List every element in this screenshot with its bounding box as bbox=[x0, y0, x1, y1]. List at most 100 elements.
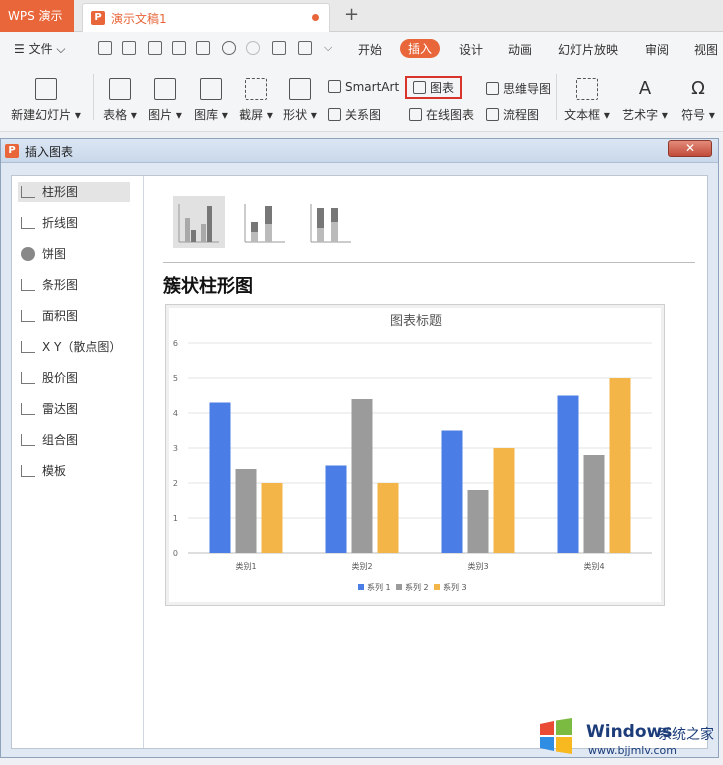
quick-tool-icon[interactable] bbox=[272, 41, 286, 55]
file-menu[interactable]: ☰ 文件 ⌵ bbox=[14, 40, 65, 57]
flowchart-label: 流程图 bbox=[503, 108, 540, 122]
undo-icon[interactable] bbox=[222, 41, 236, 55]
online-chart-button[interactable]: 在线图表 bbox=[409, 106, 474, 123]
table-icon bbox=[109, 78, 131, 100]
clustered-column-thumbnail[interactable] bbox=[173, 196, 225, 248]
y-tick-label: 0 bbox=[173, 549, 178, 558]
category-label: 柱形图 bbox=[42, 185, 79, 199]
textbox-icon bbox=[576, 78, 598, 100]
chart-button[interactable]: 图表 bbox=[405, 76, 463, 99]
category-label: 股价图 bbox=[42, 371, 79, 385]
chart-preview-panel: 簇状柱形图 图表标题 0 1 2 3 4 5 6 类别1 类别2 类别3 类别4 系列 1 系列 2 系列 … bbox=[145, 176, 707, 748]
tab-design[interactable]: 设计 bbox=[459, 41, 483, 58]
relation-chart-button[interactable]: 关系图 bbox=[328, 106, 381, 123]
tab-start[interactable]: 开始 bbox=[358, 41, 382, 58]
shape-button[interactable]: 形状 ▾ bbox=[280, 78, 320, 123]
save-icon[interactable] bbox=[122, 41, 136, 55]
y-tick-label: 6 bbox=[173, 339, 178, 348]
category-column[interactable]: 柱形图 bbox=[18, 182, 130, 202]
category-combo[interactable]: 组合图 bbox=[18, 430, 130, 450]
category-scatter[interactable]: X Y（散点图） bbox=[18, 337, 130, 357]
insert-chart-dialog: P 插入图表 ✕ 柱形图 折线图 饼图 条形图 面积图 X Y（散点图） 股价图… bbox=[0, 138, 719, 758]
percent-stacked-column-thumbnail[interactable] bbox=[305, 196, 357, 248]
presentation-icon: P bbox=[91, 11, 105, 25]
legend-swatch bbox=[434, 584, 440, 590]
ribbon-separator bbox=[93, 74, 94, 120]
tab-animation[interactable]: 动画 bbox=[508, 41, 532, 58]
watermark-site-name: 系统之家 bbox=[658, 727, 714, 743]
document-title: 演示文稿1 bbox=[111, 12, 167, 26]
new-slide-button[interactable]: 新建幻灯片 ▾ bbox=[10, 78, 82, 123]
redo-icon[interactable] bbox=[246, 41, 260, 55]
bar-chart-icon bbox=[21, 279, 35, 291]
clustered-column-icon bbox=[178, 204, 219, 243]
category-area[interactable]: 面积图 bbox=[18, 306, 130, 326]
category-label: X Y（散点图） bbox=[42, 340, 122, 354]
new-slide-icon bbox=[35, 78, 57, 100]
bar bbox=[377, 483, 399, 553]
category-pie[interactable]: 饼图 bbox=[18, 244, 130, 264]
bar bbox=[441, 430, 463, 553]
unsaved-dot-icon bbox=[312, 14, 319, 21]
tab-review[interactable]: 审阅 bbox=[645, 41, 669, 58]
online-chart-icon bbox=[409, 108, 422, 121]
format-painter-icon[interactable] bbox=[148, 41, 162, 55]
smartart-button[interactable]: SmartArt bbox=[328, 80, 399, 94]
y-tick-label: 4 bbox=[173, 409, 178, 418]
wordart-label: 艺术字 ▾ bbox=[622, 108, 668, 122]
document-tab[interactable]: P 演示文稿1 bbox=[82, 3, 330, 32]
category-bar[interactable]: 条形图 bbox=[18, 275, 130, 295]
print-preview-icon[interactable] bbox=[196, 41, 210, 55]
screenshot-button[interactable]: 截屏 ▾ bbox=[236, 78, 276, 123]
stacked-column-thumbnail[interactable] bbox=[239, 196, 291, 248]
omega-icon: Ω bbox=[691, 78, 705, 99]
bar bbox=[209, 402, 231, 553]
chart-title: 图表标题 bbox=[390, 314, 442, 329]
smartart-icon bbox=[328, 80, 341, 93]
category-template[interactable]: 模板 bbox=[18, 461, 130, 481]
radar-chart-icon bbox=[21, 403, 35, 415]
mindmap-icon bbox=[486, 82, 499, 95]
close-button[interactable]: ✕ bbox=[668, 140, 712, 157]
shape-label: 形状 ▾ bbox=[283, 108, 317, 122]
legend-swatch bbox=[358, 584, 364, 590]
new-slide-label: 新建幻灯片 ▾ bbox=[11, 108, 81, 122]
customize-icon[interactable]: ⌵ bbox=[324, 41, 338, 55]
open-icon[interactable] bbox=[98, 41, 112, 55]
print-icon[interactable] bbox=[172, 41, 186, 55]
category-line[interactable]: 折线图 bbox=[18, 213, 130, 233]
dialog-title: 插入图表 bbox=[25, 145, 74, 159]
app-tab[interactable]: WPS 演示 bbox=[0, 0, 74, 32]
shape-icon bbox=[289, 78, 311, 100]
wordart-button[interactable]: A 艺术字 ▾ bbox=[620, 78, 670, 123]
legend-label: 系列 2 bbox=[405, 582, 429, 592]
bar bbox=[609, 378, 631, 553]
title-bar: WPS 演示 P 演示文稿1 + bbox=[0, 0, 723, 32]
textbox-button[interactable]: 文本框 ▾ bbox=[562, 78, 612, 123]
combo-chart-icon bbox=[21, 434, 35, 446]
category-stock[interactable]: 股价图 bbox=[18, 368, 130, 388]
tab-view[interactable]: 视图 bbox=[694, 41, 718, 58]
new-tab-button[interactable]: + bbox=[344, 4, 359, 25]
table-button[interactable]: 表格 ▾ bbox=[100, 78, 140, 123]
chart-subtype-title: 簇状柱形图 bbox=[163, 276, 253, 297]
category-radar[interactable]: 雷达图 bbox=[18, 399, 130, 419]
mindmap-label: 思维导图 bbox=[503, 82, 552, 96]
flowchart-button[interactable]: 流程图 bbox=[486, 106, 539, 123]
wordart-icon: A bbox=[638, 78, 652, 99]
tab-slideshow[interactable]: 幻灯片放映 bbox=[558, 41, 618, 58]
symbol-button[interactable]: Ω 符号 ▾ bbox=[678, 78, 718, 123]
textbox-label: 文本框 ▾ bbox=[564, 108, 610, 122]
y-tick-label: 3 bbox=[173, 444, 178, 453]
chart-category-list: 柱形图 折线图 饼图 条形图 面积图 X Y（散点图） 股价图 雷达图 组合图 … bbox=[12, 176, 144, 748]
category-label: 饼图 bbox=[42, 247, 67, 261]
chart-preview: 图表标题 0 1 2 3 4 5 6 类别1 类别2 类别3 类别4 系列 1 系列 2 系列 3 bbox=[165, 304, 665, 606]
tab-insert[interactable]: 插入 bbox=[400, 39, 441, 58]
gallery-button[interactable]: 图库 ▾ bbox=[190, 78, 232, 123]
mindmap-button[interactable]: 思维导图 bbox=[486, 80, 551, 97]
bar bbox=[261, 483, 283, 553]
blank-icon[interactable] bbox=[298, 41, 312, 55]
dialog-body: 柱形图 折线图 饼图 条形图 面积图 X Y（散点图） 股价图 雷达图 组合图 … bbox=[11, 175, 708, 749]
category-label: 雷达图 bbox=[42, 402, 79, 416]
picture-button[interactable]: 图片 ▾ bbox=[144, 78, 186, 123]
